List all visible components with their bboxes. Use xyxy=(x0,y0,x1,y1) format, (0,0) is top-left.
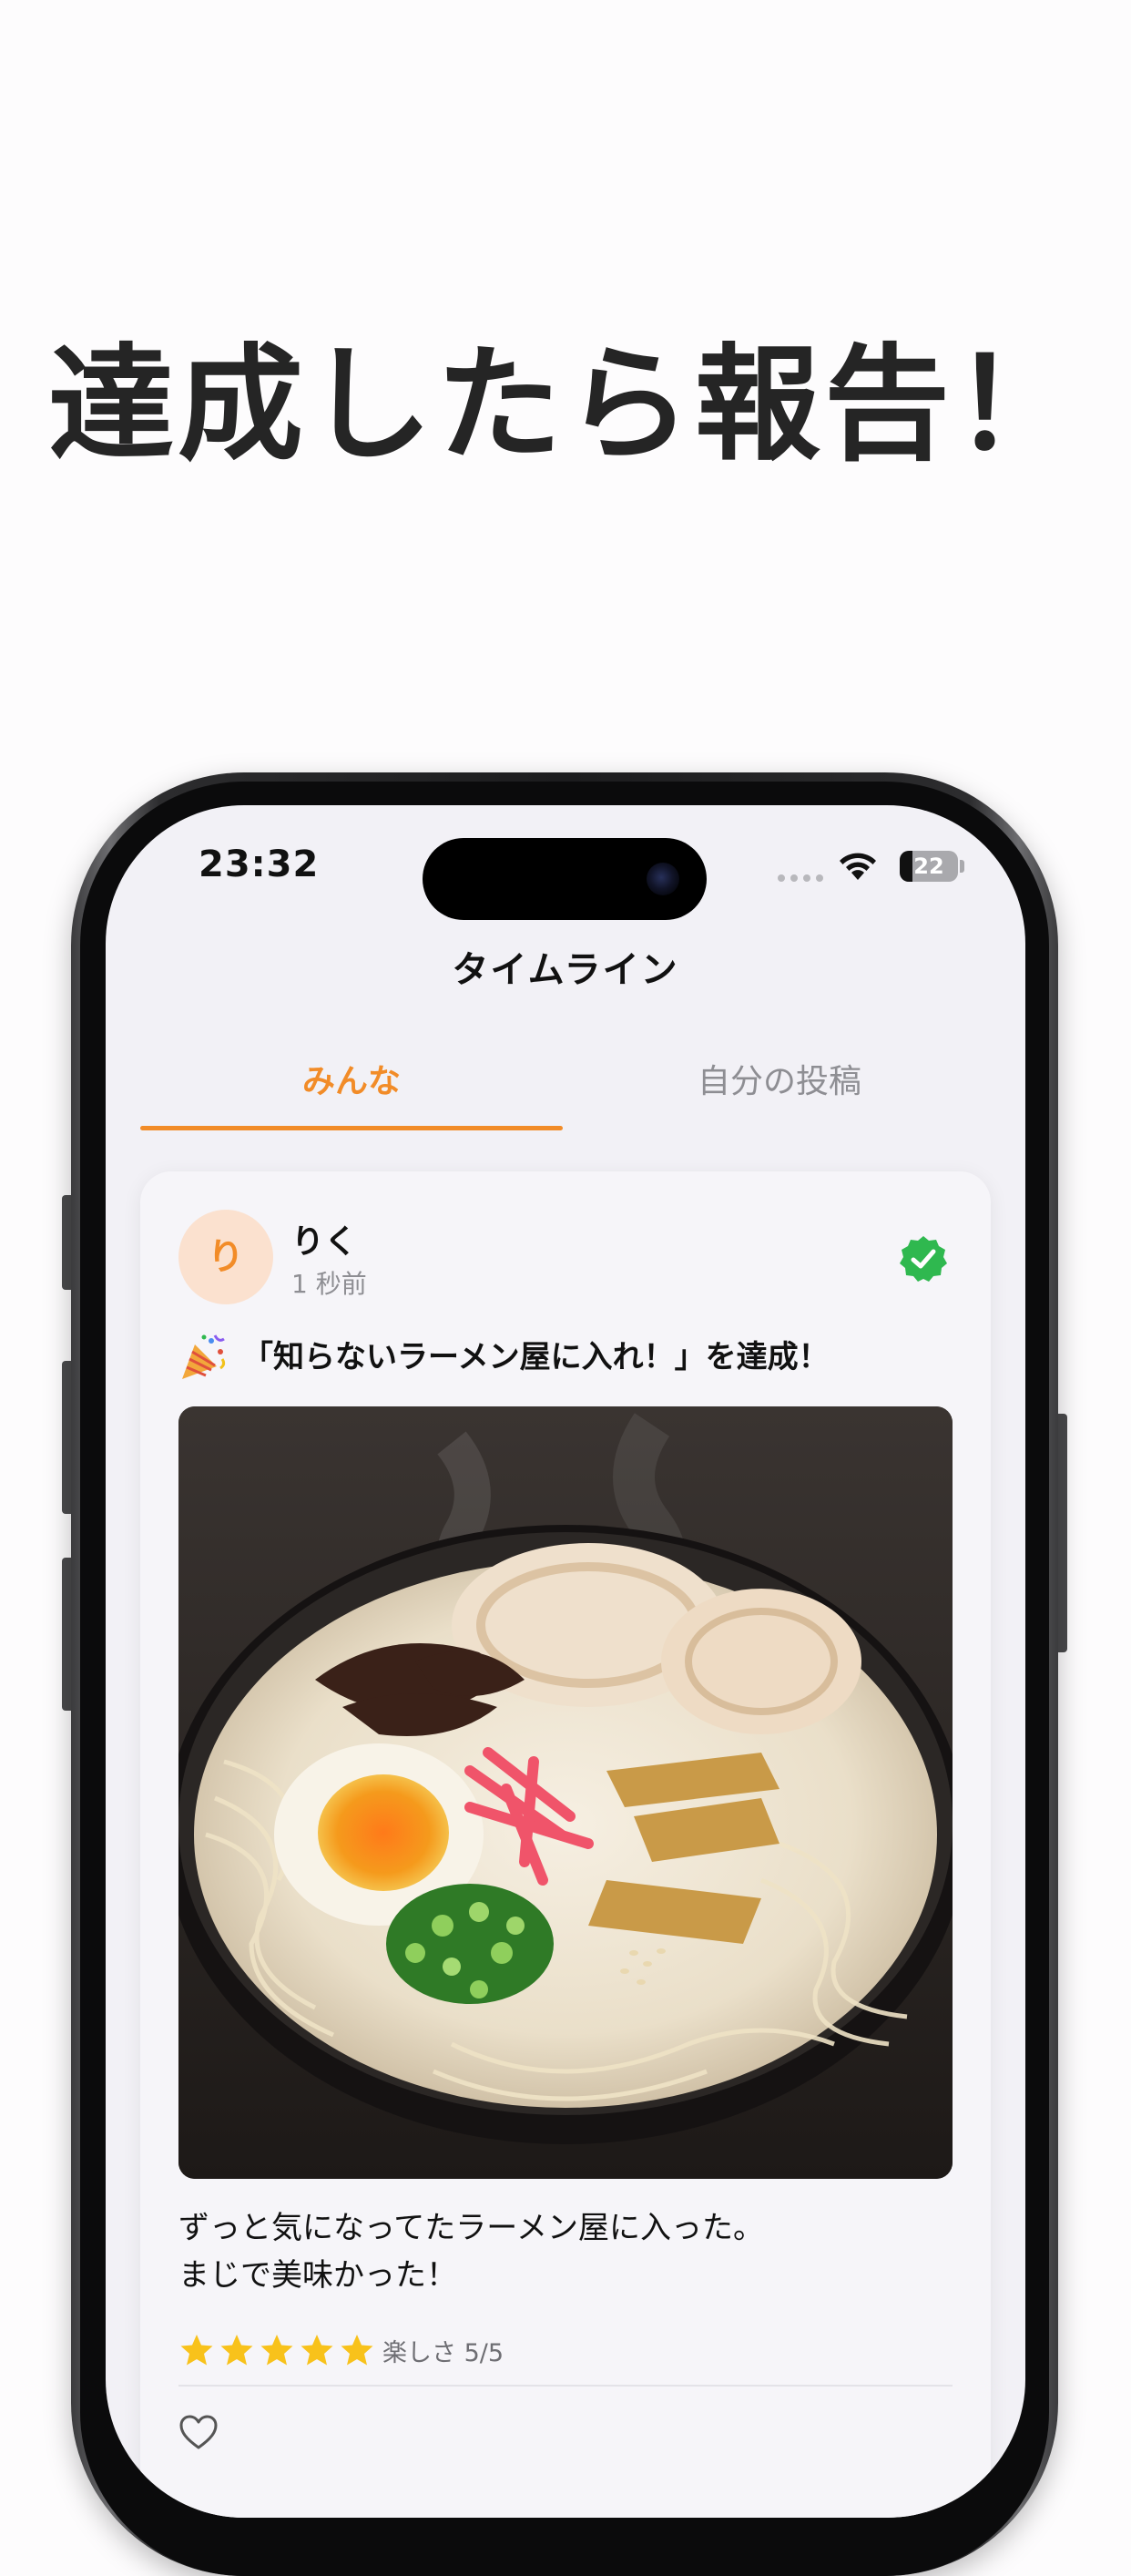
rating: 楽しさ 5/5 xyxy=(178,2332,504,2368)
post-photo[interactable] xyxy=(178,1406,953,2179)
page-title: タイムライン xyxy=(452,949,679,991)
phone-screen: 23:32 22 タイムライン みんな 自分の投稿 り りく 1 秒前 「知らな… xyxy=(106,805,1025,2518)
phone-volume-down-button xyxy=(62,1558,71,1711)
hero-headline: 達成したら報告！ xyxy=(47,332,1083,478)
post-timestamp: 1 秒前 xyxy=(291,1269,367,1299)
star-icon xyxy=(260,2335,293,2366)
avatar[interactable]: り xyxy=(178,1210,273,1304)
star-icon xyxy=(220,2335,253,2366)
achievement-text: 「知らないラーメン屋に入れ！」を達成！ xyxy=(242,1339,830,1375)
active-tab-indicator xyxy=(140,1126,563,1130)
star-icon xyxy=(180,2335,213,2366)
battery-icon: 22 xyxy=(900,851,958,882)
heart-outline-icon[interactable] xyxy=(178,2414,219,2450)
star-icon xyxy=(301,2335,333,2366)
rating-label: 楽しさ 5/5 xyxy=(382,2338,504,2367)
front-camera-icon xyxy=(647,863,679,895)
star-rating xyxy=(178,2332,379,2368)
timeline-post-card[interactable]: り りく 1 秒前 「知らないラーメン屋に入れ！」を達成！ ずっと気になってたラ… xyxy=(140,1171,991,2518)
post-body-text: ずっと気になってたラーメン屋に入った。 まじで美味かった！ xyxy=(178,2210,764,2294)
post-author-name[interactable]: りく xyxy=(291,1215,357,1262)
dynamic-island xyxy=(423,838,707,920)
card-divider xyxy=(178,2385,953,2387)
phone-action-button xyxy=(62,1195,71,1290)
wifi-icon xyxy=(840,853,876,880)
cellular-signal-icon xyxy=(778,874,823,882)
verified-badge-icon xyxy=(900,1236,947,1282)
tab-everyone[interactable]: みんな xyxy=(140,1060,563,1104)
tab-my-posts[interactable]: 自分の投稿 xyxy=(568,1060,991,1104)
star-icon xyxy=(341,2335,373,2366)
phone-power-button xyxy=(1058,1414,1067,1652)
battery-level-text: 22 xyxy=(913,854,944,879)
party-popper-icon xyxy=(182,1334,226,1379)
battery-tip xyxy=(960,860,964,873)
status-bar-time: 23:32 xyxy=(199,843,320,885)
phone-volume-up-button xyxy=(62,1361,71,1514)
ramen-photo xyxy=(178,1406,953,2179)
